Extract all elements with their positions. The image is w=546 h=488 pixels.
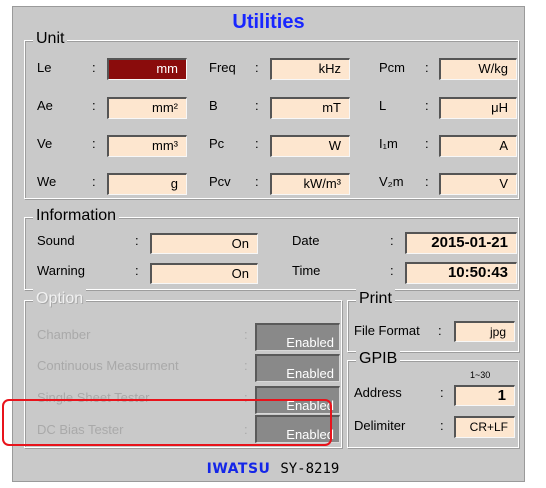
unit-label-pcm: Pcm [379,60,405,75]
warning-field[interactable]: On [150,263,258,284]
colon: : [438,323,442,338]
colon: : [92,174,96,189]
address-field[interactable]: 1 [454,385,515,406]
print-group: Print File Format : jpg [347,289,519,352]
unit-label-pc: Pc [209,136,225,151]
address-label: Address [354,385,402,400]
unit-field-b[interactable]: mT [270,97,350,119]
unit-field-pc[interactable]: W [270,135,350,157]
colon: : [425,174,429,189]
unit-field-ve[interactable]: mm³ [107,135,187,157]
colon: : [425,136,429,151]
unit-field-le[interactable]: mm [107,58,187,80]
unit-field-ae[interactable]: mm² [107,97,187,119]
colon: : [255,136,259,151]
unit-field-l[interactable]: μH [439,97,517,119]
unit-field-we[interactable]: g [107,173,187,195]
information-group: Information Sound : On Warning : On Date… [24,206,519,290]
unit-label-b: B [209,98,218,113]
unit-label-ve: Ve [37,136,53,151]
colon: : [440,418,444,433]
colon: : [425,60,429,75]
delimiter-label: Delimiter [354,418,406,433]
unit-label-le: Le [37,60,52,75]
unit-label-pcv: Pcv [209,174,231,189]
colon: : [255,174,259,189]
colon: : [425,98,429,113]
footer-brand: IWATSU SY-8219 [0,460,546,477]
option-label-chamber: Chamber [37,327,91,342]
colon: : [244,327,248,342]
time-label: Time [292,263,321,278]
colon: : [390,263,394,278]
page-title: Utilities [232,11,305,33]
time-field[interactable]: 10:50:43 [405,262,517,284]
unit-field-pcv[interactable]: kW/m³ [270,173,350,195]
unit-legend: Unit [33,29,68,49]
unit-label-we: We [37,174,57,189]
print-legend: Print [356,289,395,309]
unit-label-i1m: I₁m [379,136,398,151]
colon: : [135,263,139,278]
unit-label-v2m: V₂m [379,174,404,189]
colon: : [92,98,96,113]
colon: : [92,136,96,151]
colon: : [440,385,444,400]
option-legend: Option [33,289,87,309]
unit-label-freq: Freq [209,60,236,75]
file-format-field[interactable]: jpg [454,321,515,342]
delimiter-field[interactable]: CR+LF [454,416,515,438]
colon: : [255,60,259,75]
gpib-legend: GPIB [356,349,401,369]
unit-label-l: L [379,98,387,113]
unit-field-i1m[interactable]: A [439,135,517,157]
model-number: SY-8219 [280,461,340,477]
address-range: 1~30 [470,370,491,380]
unit-field-freq[interactable]: kHz [270,58,350,80]
colon: : [390,233,394,248]
file-format-label: File Format [354,323,420,338]
date-label: Date [292,233,320,248]
dc-bias-highlight-box [2,399,332,446]
warning-label: Warning [37,263,85,278]
continuous-enabled-field[interactable]: Enabled [255,354,340,382]
iwatsu-logo: IWATSU [206,461,271,477]
option-label-continuous: Continuous Measurment [37,358,179,373]
sound-label: Sound [37,233,75,248]
sound-field[interactable]: On [150,233,258,254]
date-field[interactable]: 2015-01-21 [405,232,517,254]
colon: : [92,60,96,75]
unit-group: Unit Le : mm Freq : kHz Pcm : W/kg Ae : … [24,29,519,199]
chamber-enabled-field[interactable]: Enabled [255,323,340,351]
colon: : [135,233,139,248]
unit-field-v2m[interactable]: V [439,173,517,195]
colon: : [244,358,248,373]
information-legend: Information [33,206,120,226]
unit-field-pcm[interactable]: W/kg [439,58,517,80]
unit-label-ae: Ae [37,98,53,113]
gpib-group: GPIB 1~30 Address : 1 Delimiter : CR+LF [347,349,519,448]
colon: : [255,98,259,113]
